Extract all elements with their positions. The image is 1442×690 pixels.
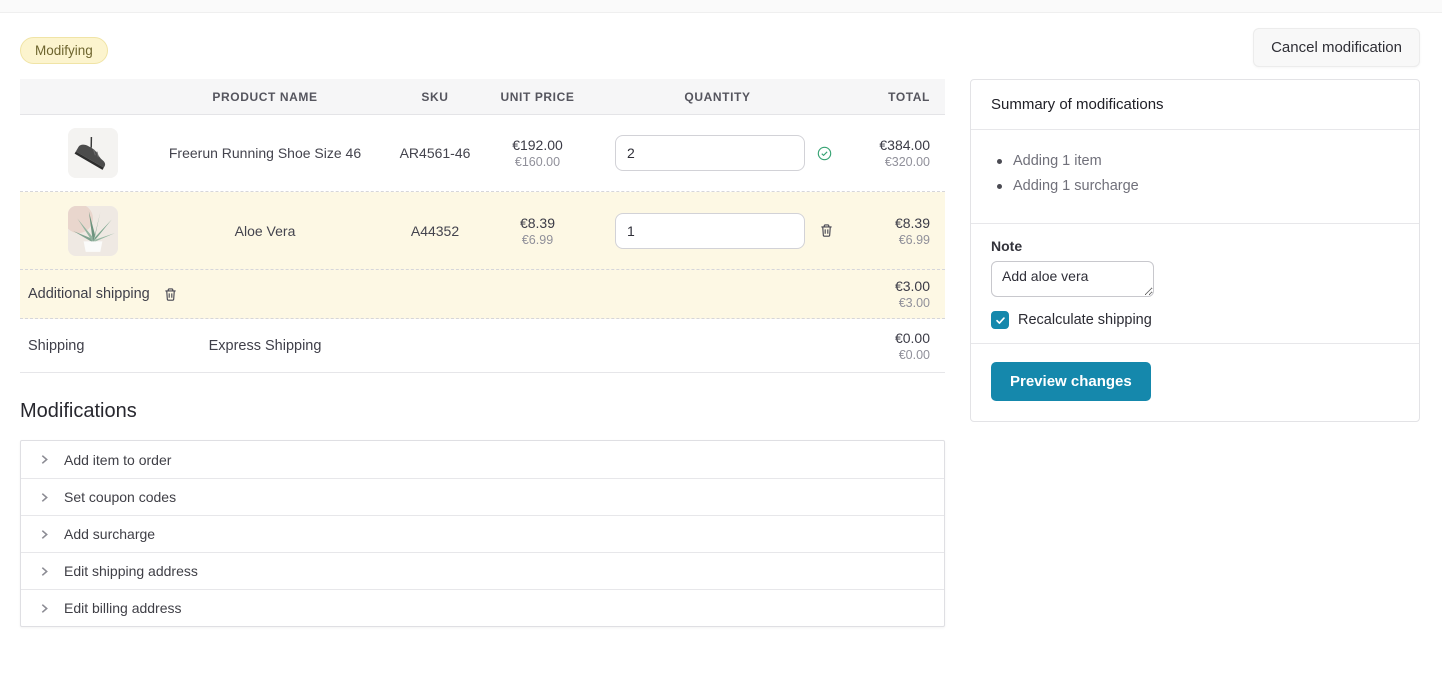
accordion-item-add-surcharge[interactable]: Add surcharge	[21, 515, 944, 552]
top-strip	[0, 0, 1442, 13]
accordion-item-add-item[interactable]: Add item to order	[21, 441, 944, 478]
chevron-right-icon	[39, 454, 50, 465]
recalculate-checkbox[interactable]	[991, 311, 1009, 329]
page: Modifying Cancel modification PRODUCT NA…	[0, 13, 1442, 627]
summary-bullet: Adding 1 surcharge	[997, 178, 1399, 194]
accordion-item-label: Edit billing address	[64, 600, 182, 616]
accordion-item-label: Add item to order	[64, 452, 171, 468]
chevron-right-icon	[39, 492, 50, 503]
col-total-header: TOTAL	[850, 90, 945, 104]
summary-bullet-list: Adding 1 item Adding 1 surcharge	[991, 144, 1399, 209]
surcharge-label: Additional shipping	[28, 286, 150, 302]
header-bar: Modifying Cancel modification	[20, 28, 1420, 67]
line-total-old: €6.99	[850, 233, 930, 247]
col-quantity-header: QUANTITY	[585, 90, 850, 104]
unit-price-old: €160.00	[490, 155, 585, 169]
col-sku-header: SKU	[380, 90, 490, 104]
summary-panel: Summary of modifications Adding 1 item A…	[970, 79, 1420, 422]
shipping-row: Shipping Express Shipping €0.00 €0.00	[20, 319, 945, 373]
line-total: €8.39	[850, 215, 930, 231]
table-row: Aloe Vera A44352 €8.39 €6.99	[20, 192, 945, 270]
col-product-name-header: PRODUCT NAME	[150, 90, 380, 104]
note-label: Note	[991, 238, 1399, 254]
order-items-table: PRODUCT NAME SKU UNIT PRICE QUANTITY TOT…	[20, 79, 945, 373]
accordion-item-edit-billing-address[interactable]: Edit billing address	[21, 589, 944, 626]
quantity-input[interactable]	[615, 213, 805, 249]
surcharge-row: Additional shipping €3.00 €3.0	[20, 270, 945, 319]
status-badge: Modifying	[20, 37, 108, 64]
cancel-modification-button[interactable]: Cancel modification	[1253, 28, 1420, 67]
line-total: €384.00	[850, 137, 930, 153]
delete-item-trash-icon[interactable]	[817, 221, 836, 240]
aloe-vera-image	[68, 206, 118, 256]
shipping-total: €0.00	[850, 330, 930, 346]
surcharge-total: €3.00	[850, 278, 930, 294]
checkmark-icon	[995, 315, 1006, 326]
product-sku: AR4561-46	[380, 145, 490, 161]
accordion-item-label: Add surcharge	[64, 526, 155, 542]
line-total-old: €320.00	[850, 155, 930, 169]
shipping-method: Express Shipping	[150, 338, 380, 354]
modifications-heading: Modifications	[20, 400, 945, 423]
unit-price: €8.39	[490, 215, 585, 231]
shipping-label: Shipping	[20, 338, 150, 354]
summary-title: Summary of modifications	[991, 94, 1399, 115]
product-sku: A44352	[380, 223, 490, 239]
surcharge-total-old: €3.00	[850, 296, 930, 310]
delete-surcharge-trash-icon[interactable]	[161, 285, 180, 304]
shipping-total-old: €0.00	[850, 348, 930, 362]
running-shoe-image	[68, 128, 118, 178]
table-row: Freerun Running Shoe Size 46 AR4561-46 €…	[20, 115, 945, 192]
preview-changes-button[interactable]: Preview changes	[991, 362, 1151, 401]
unit-price: €192.00	[490, 137, 585, 153]
chevron-right-icon	[39, 529, 50, 540]
note-textarea[interactable]: Add aloe vera	[991, 261, 1154, 297]
check-circle-icon	[817, 146, 832, 161]
chevron-right-icon	[39, 603, 50, 614]
recalculate-shipping-label: Recalculate shipping	[1018, 312, 1152, 328]
chevron-right-icon	[39, 566, 50, 577]
modifications-accordion: Add item to order Set coupon codes Add s…	[20, 440, 945, 627]
table-header-row: PRODUCT NAME SKU UNIT PRICE QUANTITY TOT…	[20, 79, 945, 115]
accordion-item-label: Set coupon codes	[64, 489, 176, 505]
unit-price-old: €6.99	[490, 233, 585, 247]
col-unit-price-header: UNIT PRICE	[490, 90, 585, 104]
accordion-item-coupon-codes[interactable]: Set coupon codes	[21, 478, 944, 515]
product-name: Freerun Running Shoe Size 46	[150, 145, 380, 161]
quantity-input[interactable]	[615, 135, 805, 171]
summary-bullet: Adding 1 item	[997, 153, 1399, 169]
accordion-item-edit-shipping-address[interactable]: Edit shipping address	[21, 552, 944, 589]
product-name: Aloe Vera	[150, 223, 380, 239]
accordion-item-label: Edit shipping address	[64, 563, 198, 579]
